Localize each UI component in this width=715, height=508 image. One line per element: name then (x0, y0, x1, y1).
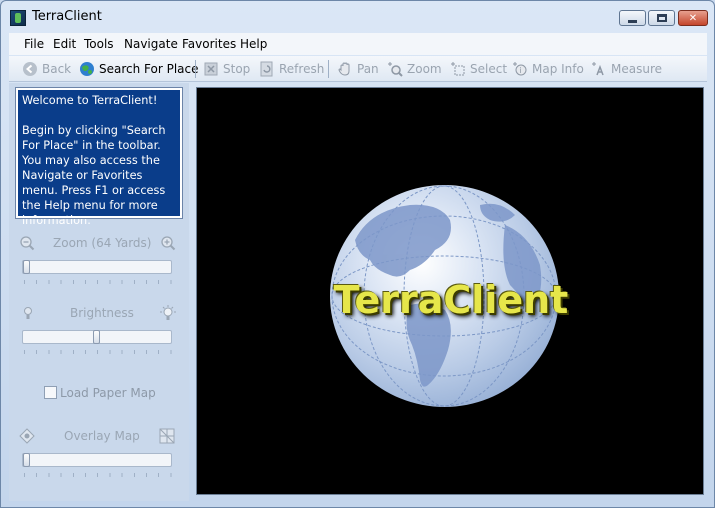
close-icon: ✕ (688, 12, 698, 24)
toolbar-separator (328, 60, 329, 78)
menu-file[interactable]: File (24, 37, 44, 51)
zoom-magnifier-icon (387, 61, 403, 77)
brightness-slider-thumb[interactable] (93, 330, 100, 344)
overlay-map-slider[interactable] (22, 453, 172, 467)
hand-icon (337, 61, 353, 77)
menu-navigate[interactable]: Navigate (124, 37, 178, 51)
brightness-slider-ticks (24, 350, 172, 354)
back-button[interactable]: Back (22, 60, 71, 78)
back-arrow-icon (22, 61, 38, 77)
stop-label: Stop (223, 62, 251, 76)
load-paper-map-label[interactable]: Load Paper Map (60, 386, 156, 400)
maximize-icon (656, 14, 667, 22)
stop-button[interactable]: Stop (203, 60, 250, 78)
stop-icon (203, 61, 219, 77)
zoom-in-icon[interactable] (160, 235, 176, 251)
map-info-icon: i (512, 61, 528, 77)
search-for-place-label: Search For Place (99, 62, 199, 76)
brightness-high-icon[interactable] (160, 305, 176, 321)
app-window: TerraClient ✕ File Edit Tools Navigate F… (0, 0, 715, 508)
minimize-button[interactable] (619, 10, 646, 26)
toolbar: Back Search For Place Stop Refresh Pan Z… (9, 56, 707, 82)
overlay-map-slider-ticks (24, 473, 172, 477)
overlay-map-slider-thumb[interactable] (23, 453, 30, 467)
toolbar-separator (195, 60, 196, 78)
minimize-icon (628, 19, 637, 23)
menu-help[interactable]: Help (240, 37, 267, 51)
welcome-message-box: Welcome to TerraClient! Begin by clickin… (15, 87, 183, 227)
measure-icon (591, 61, 607, 77)
welcome-heading: Welcome to TerraClient! (22, 94, 158, 107)
welcome-body: Begin by clicking "Search For Place" in … (22, 124, 166, 227)
control-panel: Welcome to TerraClient! Begin by clickin… (9, 83, 189, 501)
maximize-button[interactable] (648, 10, 675, 26)
overlay-map-icon[interactable] (19, 428, 35, 444)
overlay-map-label: Overlay Map (64, 429, 140, 443)
zoom-slider[interactable] (22, 260, 172, 274)
load-paper-map-checkbox[interactable] (44, 386, 57, 399)
menu-tools[interactable]: Tools (84, 37, 114, 51)
pan-label: Pan (357, 62, 379, 76)
select-button[interactable]: Select (450, 60, 507, 78)
zoom-slider-ticks (24, 280, 172, 284)
zoom-slider-thumb[interactable] (23, 260, 30, 274)
title-bar[interactable]: TerraClient ✕ (1, 1, 714, 33)
close-button[interactable]: ✕ (678, 10, 708, 26)
measure-button[interactable]: Measure (591, 60, 662, 78)
map-info-label: Map Info (532, 62, 584, 76)
search-for-place-button[interactable]: Search For Place (79, 60, 199, 78)
refresh-button[interactable]: Refresh (259, 60, 324, 78)
map-info-button[interactable]: i Map Info (512, 60, 584, 78)
menu-favorites[interactable]: Favorites (182, 37, 236, 51)
menu-edit[interactable]: Edit (53, 37, 76, 51)
zoom-button[interactable]: Zoom (387, 60, 442, 78)
measure-label: Measure (611, 62, 662, 76)
pan-button[interactable]: Pan (337, 60, 379, 78)
globe-icon (79, 61, 95, 77)
terraclient-logo-text: TerraClient (333, 278, 569, 322)
map-view[interactable]: TerraClient (196, 87, 704, 495)
overlay-map-grid-icon[interactable] (159, 428, 175, 444)
zoom-label: Zoom (407, 62, 442, 76)
app-icon (10, 10, 26, 26)
select-icon (450, 61, 466, 77)
zoom-out-icon[interactable] (19, 235, 35, 251)
brightness-slider[interactable] (22, 330, 172, 344)
back-label: Back (42, 62, 72, 76)
select-label: Select (470, 62, 508, 76)
svg-text:i: i (520, 66, 522, 75)
refresh-label: Refresh (279, 62, 325, 76)
brightness-low-icon[interactable] (20, 305, 36, 321)
window-title: TerraClient (32, 9, 102, 24)
zoom-level-label: Zoom (64 Yards) (53, 236, 152, 250)
menu-bar: File Edit Tools Navigate Favorites Help (9, 33, 707, 55)
refresh-icon (259, 61, 275, 77)
brightness-label: Brightness (70, 306, 134, 320)
